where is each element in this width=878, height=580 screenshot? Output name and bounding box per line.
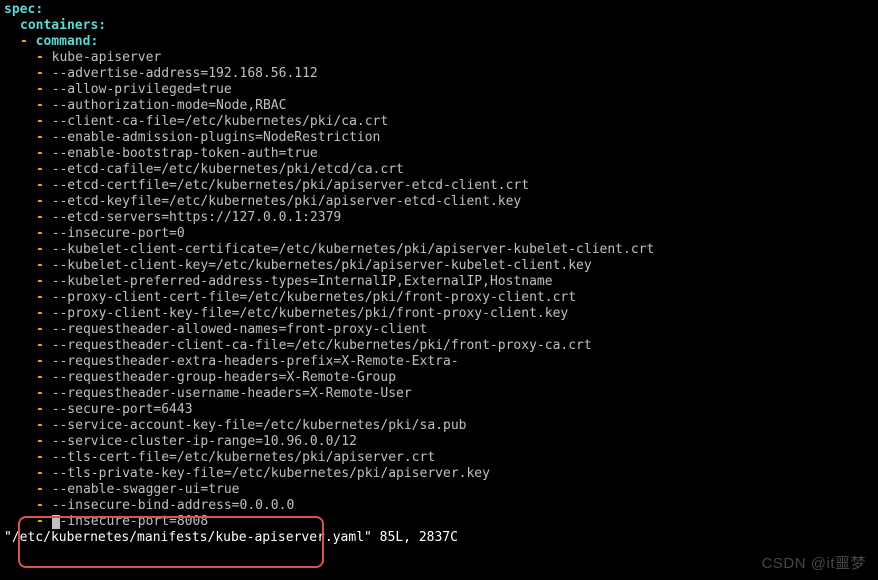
list-item: - --etcd-servers=https://127.0.0.1:2379 (4, 210, 874, 226)
list-item: - --kubelet-client-certificate=/etc/kube… (4, 242, 874, 258)
list-item: - --allow-privileged=true (4, 82, 874, 98)
list-item: - --enable-admission-plugins=NodeRestric… (4, 130, 874, 146)
list-item: - --tls-cert-file=/etc/kubernetes/pki/ap… (4, 450, 874, 466)
list-item: - --insecure-port=8008 (4, 514, 874, 530)
vim-status-line: "/etc/kubernetes/manifests/kube-apiserve… (4, 530, 874, 546)
list-item: - --requestheader-username-headers=X-Rem… (4, 386, 874, 402)
list-item: - --enable-bootstrap-token-auth=true (4, 146, 874, 162)
list-item: - --etcd-certfile=/etc/kubernetes/pki/ap… (4, 178, 874, 194)
list-item: - --authorization-mode=Node,RBAC (4, 98, 874, 114)
list-item: - kube-apiserver (4, 50, 874, 66)
list-item: - --requestheader-client-ca-file=/etc/ku… (4, 338, 874, 354)
watermark: CSDN @it噩梦 (762, 556, 866, 572)
list-item: - --insecure-bind-address=0.0.0.0 (4, 498, 874, 514)
list-item: - --insecure-port=0 (4, 226, 874, 242)
list-item: - --requestheader-allowed-names=front-pr… (4, 322, 874, 338)
list-item: - --service-account-key-file=/etc/kubern… (4, 418, 874, 434)
list-item: - --tls-private-key-file=/etc/kubernetes… (4, 466, 874, 482)
list-item: - --client-ca-file=/etc/kubernetes/pki/c… (4, 114, 874, 130)
list-item: - --proxy-client-key-file=/etc/kubernete… (4, 306, 874, 322)
list-item: - --proxy-client-cert-file=/etc/kubernet… (4, 290, 874, 306)
list-item: - --kubelet-client-key=/etc/kubernetes/p… (4, 258, 874, 274)
list-item: - --enable-swagger-ui=true (4, 482, 874, 498)
list-item: - --etcd-cafile=/etc/kubernetes/pki/etcd… (4, 162, 874, 178)
list-item: - --requestheader-group-headers=X-Remote… (4, 370, 874, 386)
list-item: - --requestheader-extra-headers-prefix=X… (4, 354, 874, 370)
yaml-key-spec: spec: (4, 2, 874, 18)
list-item: - --secure-port=6443 (4, 402, 874, 418)
editor-viewport[interactable]: spec: containers: - command: - kube-apis… (4, 2, 874, 546)
list-item: - --service-cluster-ip-range=10.96.0.0/1… (4, 434, 874, 450)
list-item: - --etcd-keyfile=/etc/kubernetes/pki/api… (4, 194, 874, 210)
yaml-key-command: - command: (4, 34, 874, 50)
list-item: - --advertise-address=192.168.56.112 (4, 66, 874, 82)
yaml-key-containers: containers: (4, 18, 874, 34)
list-item: - --kubelet-preferred-address-types=Inte… (4, 274, 874, 290)
